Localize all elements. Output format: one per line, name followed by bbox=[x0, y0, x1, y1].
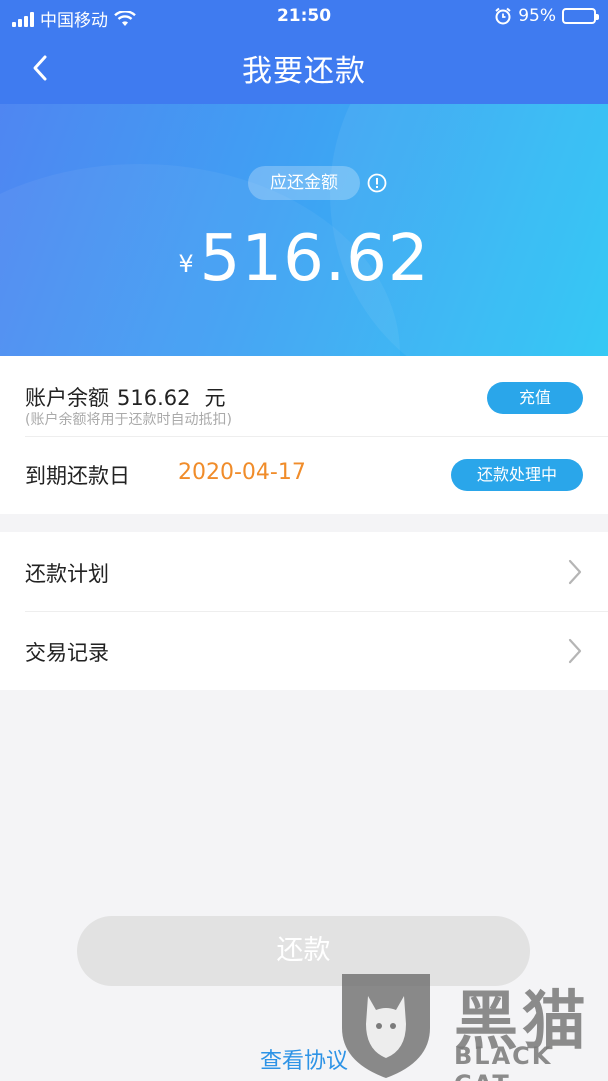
account-card: 账户余额 516.62 元 (账户余额将用于还款时自动抵扣) 充值 到期还款日 20… bbox=[0, 356, 608, 514]
chevron-right-icon bbox=[568, 638, 582, 664]
balance-unit: 元 bbox=[204, 386, 226, 410]
menu-item-transaction-records[interactable]: 交易记录 bbox=[0, 611, 608, 690]
menu-item-label: 还款计划 bbox=[25, 562, 109, 586]
amount-due: ¥516.62 bbox=[0, 222, 608, 296]
amount-due-value: 516.62 bbox=[199, 222, 430, 296]
status-bar: 中国移动 21:50 95% bbox=[0, 0, 608, 34]
due-date-value: 2020-04-17 bbox=[178, 460, 306, 485]
balance-value: 516.62 bbox=[117, 386, 191, 410]
recharge-button[interactable]: 充值 bbox=[487, 382, 583, 414]
balance-row: 账户余额 516.62 元 bbox=[25, 382, 225, 412]
amount-due-label: 应还金额 bbox=[248, 166, 360, 200]
top-bar: 中国移动 21:50 95% 我要还款 bbox=[0, 0, 608, 104]
battery-percent: 95% bbox=[518, 6, 556, 26]
amount-due-banner: 应还金额 ¥516.62 bbox=[0, 104, 608, 356]
due-date-label: 到期还款日 bbox=[25, 464, 130, 488]
menu-list: 还款计划 交易记录 bbox=[0, 532, 608, 690]
info-icon[interactable] bbox=[367, 173, 387, 193]
chevron-right-icon bbox=[568, 559, 582, 585]
battery-icon bbox=[562, 8, 599, 24]
menu-item-label: 交易记录 bbox=[25, 641, 109, 665]
currency-symbol: ¥ bbox=[178, 250, 194, 278]
balance-note: (账户余额将用于还款时自动抵扣) bbox=[25, 412, 232, 428]
balance-label: 账户余额 bbox=[25, 386, 109, 410]
status-right: 95% bbox=[494, 6, 599, 26]
page-title: 我要还款 bbox=[242, 54, 366, 89]
menu-item-repayment-plan[interactable]: 还款计划 bbox=[0, 532, 608, 611]
divider bbox=[25, 436, 608, 437]
repayment-status-badge[interactable]: 还款处理中 bbox=[451, 459, 583, 491]
view-agreement-link[interactable]: 查看协议 bbox=[0, 1043, 608, 1075]
alarm-icon bbox=[495, 7, 511, 25]
